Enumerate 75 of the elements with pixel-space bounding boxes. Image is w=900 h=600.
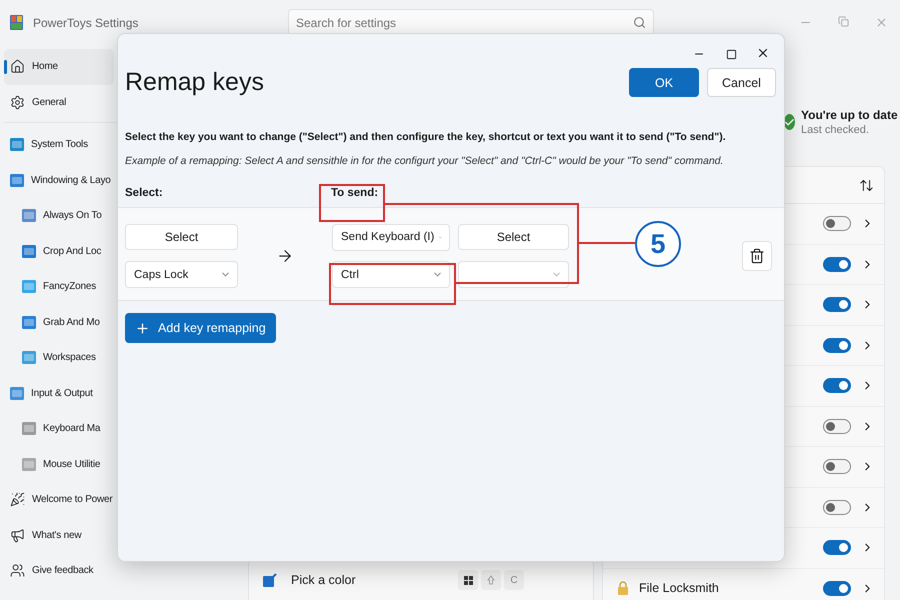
sidebar-item[interactable]: System Tools (4, 127, 114, 162)
toggle-switch[interactable] (823, 580, 851, 596)
dialog-title: Remap keys (125, 68, 265, 97)
send-type-dropdown[interactable]: Send Keyboard (I) (332, 224, 450, 250)
app-tile-icon (22, 280, 36, 294)
delete-button[interactable] (742, 241, 772, 271)
app-tile-icon (22, 351, 36, 364)
sidebar-item[interactable]: Mouse Utilitie (4, 446, 114, 482)
update-status-subtitle: Last checked. (801, 124, 870, 136)
app-tile-icon (10, 138, 24, 152)
search-icon (633, 16, 646, 29)
toggle-switch[interactable] (823, 378, 851, 394)
sidebar-item[interactable]: Keyboard Ma (4, 411, 114, 446)
to-send-header: To send: (331, 187, 380, 199)
home-icon (10, 59, 25, 74)
empty-key-dropdown[interactable] (458, 261, 569, 288)
module-label: File Locksmith (639, 581, 720, 596)
select-key-button[interactable]: Select (125, 224, 238, 250)
source-key-dropdown[interactable]: Caps Lock (125, 261, 238, 288)
sidebar-item[interactable]: Grab And Mo (4, 304, 114, 340)
app-tile-icon (22, 316, 36, 329)
app-tile-icon (22, 244, 36, 258)
key-cap: C (504, 570, 524, 590)
sidebar-item[interactable]: Input & Output (4, 376, 114, 411)
close-icon[interactable] (756, 46, 770, 60)
toggle-switch[interactable] (823, 256, 851, 272)
sidebar-item[interactable]: General (4, 84, 114, 120)
sidebar-item[interactable]: Welcome to Power (4, 482, 114, 518)
trash-icon (749, 248, 765, 264)
toggle-switch[interactable] (823, 500, 851, 515)
highlight-frame (319, 184, 385, 222)
party-popper-icon (10, 492, 25, 508)
sort-icon[interactable] (859, 178, 874, 192)
instruction-text: Select the key you want to change ("Select") and then configure the key, shortcut or text you want it to send ("To send"). (125, 131, 727, 143)
maximize-icon[interactable] (726, 49, 736, 60)
sidebar-item[interactable]: Crop And Loc (4, 234, 114, 269)
sidebar-item[interactable]: Workspaces (4, 340, 114, 376)
app-logo-icon (10, 15, 23, 30)
shift-key-icon (481, 570, 501, 590)
sidebar-item[interactable]: Give feedback (4, 553, 114, 588)
toggle-switch[interactable] (823, 338, 851, 353)
sidebar-item[interactable]: What's new (4, 518, 114, 553)
cancel-button[interactable]: Cancel (707, 68, 776, 97)
app-tile-icon (10, 174, 24, 187)
sidebar-item[interactable]: Windowing & Layo (4, 162, 114, 198)
toggle-switch[interactable] (823, 216, 851, 232)
shortcut-label: Pick a color (291, 573, 356, 587)
select-header: Select: (125, 187, 164, 199)
settings-icon (10, 94, 25, 110)
sidebar-item[interactable]: Always On To (4, 198, 114, 234)
sidebar-item[interactable]: Home (4, 49, 114, 84)
toggle-switch[interactable] (823, 297, 851, 312)
app-title: PowerToys Settings (33, 16, 140, 30)
shortcut-card[interactable]: Pick a color C (248, 559, 594, 600)
app-tile-icon (22, 422, 36, 436)
success-check-icon (784, 114, 795, 130)
toggle-switch[interactable] (823, 418, 851, 434)
toggle-switch[interactable] (823, 459, 851, 474)
select-key-button[interactable]: Select (458, 224, 569, 250)
color-picker-icon (263, 573, 277, 587)
app-tile-icon (22, 209, 36, 222)
update-status-title: You're up to date (801, 108, 898, 122)
megaphone-icon (10, 528, 25, 543)
sidebar-item[interactable]: FancyZones (4, 269, 114, 304)
windows-key-icon (458, 570, 478, 590)
target-key-dropdown[interactable]: Ctrl (332, 261, 450, 288)
ok-button[interactable]: OK (629, 68, 699, 97)
people-icon (10, 563, 25, 578)
toggle-switch[interactable] (823, 540, 851, 556)
app-tile-icon (22, 458, 36, 471)
plus-icon (135, 320, 150, 336)
add-remapping-button[interactable]: Add key remapping (125, 313, 276, 343)
app-tile-icon (10, 386, 24, 400)
lock-icon (617, 581, 629, 596)
example-text: Example of a remapping: Select A and sensithle in for the configurt your "Select" and "Ctrl-C" would be your "To send" command. (125, 155, 724, 167)
